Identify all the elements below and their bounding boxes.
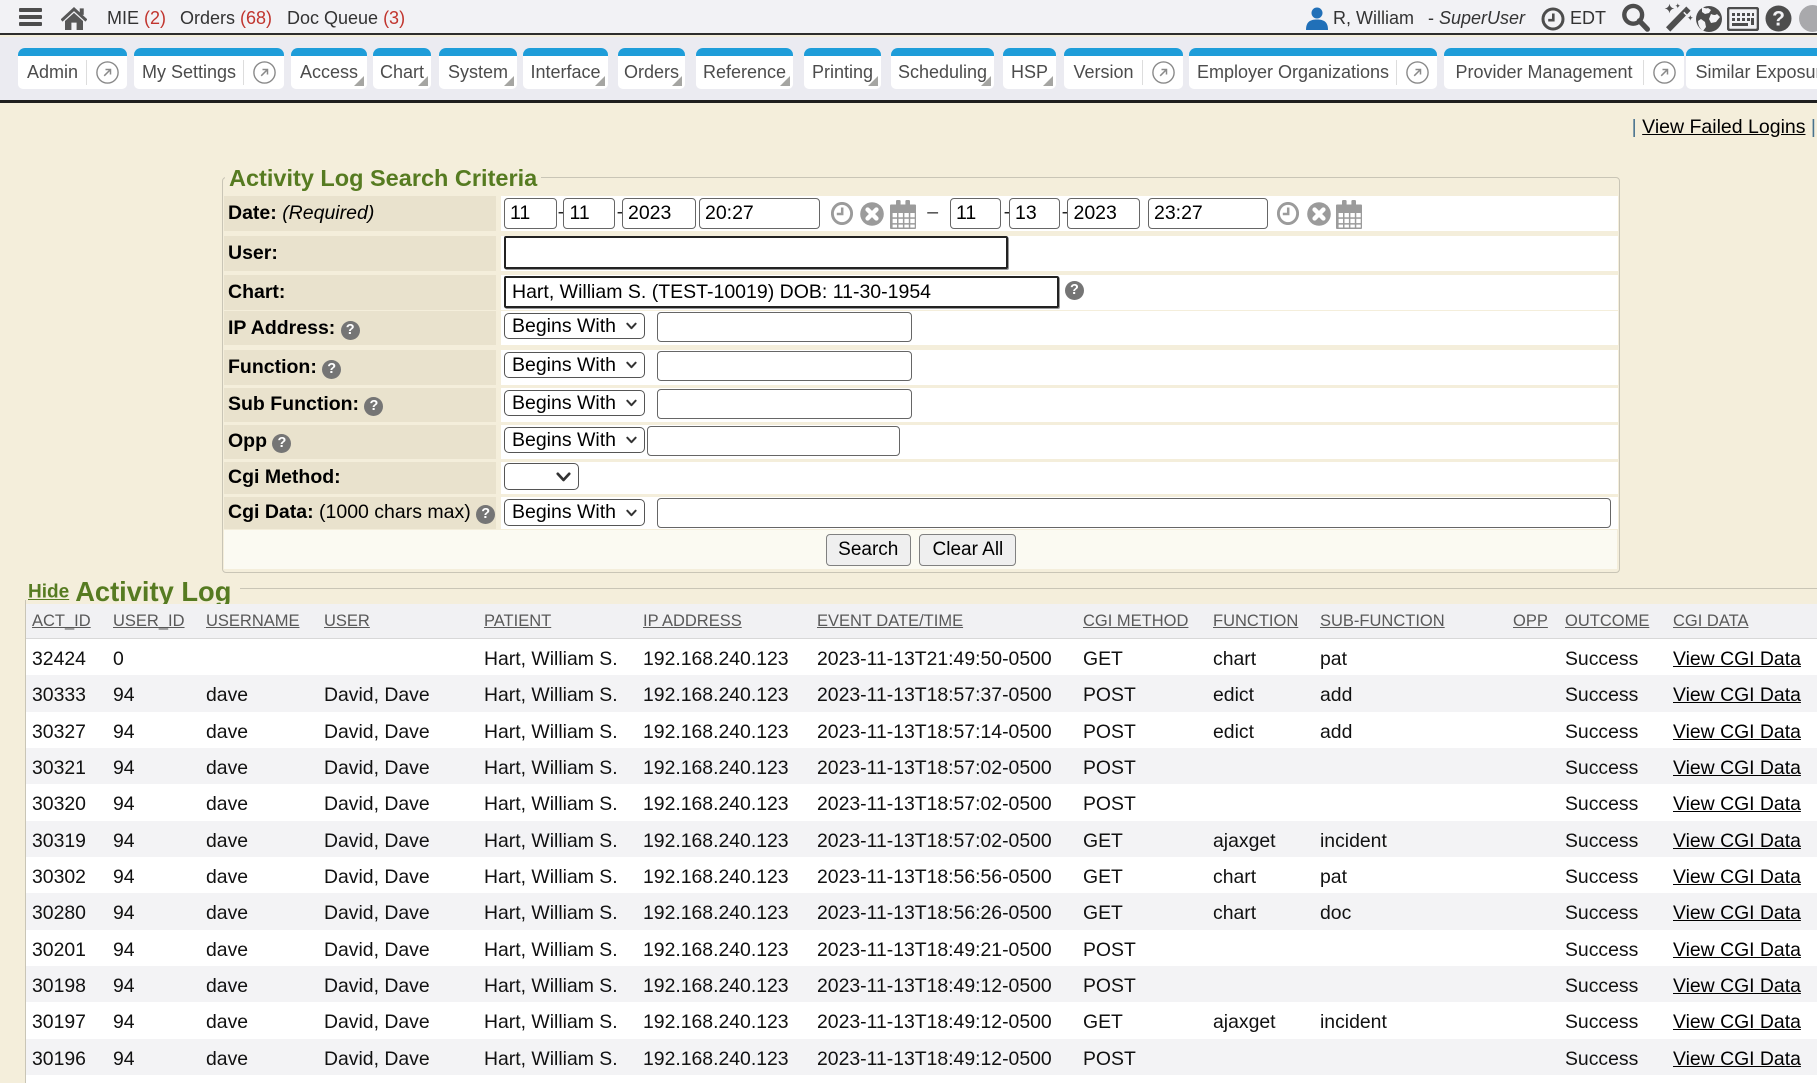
svg-text:?: ? <box>1772 8 1785 31</box>
